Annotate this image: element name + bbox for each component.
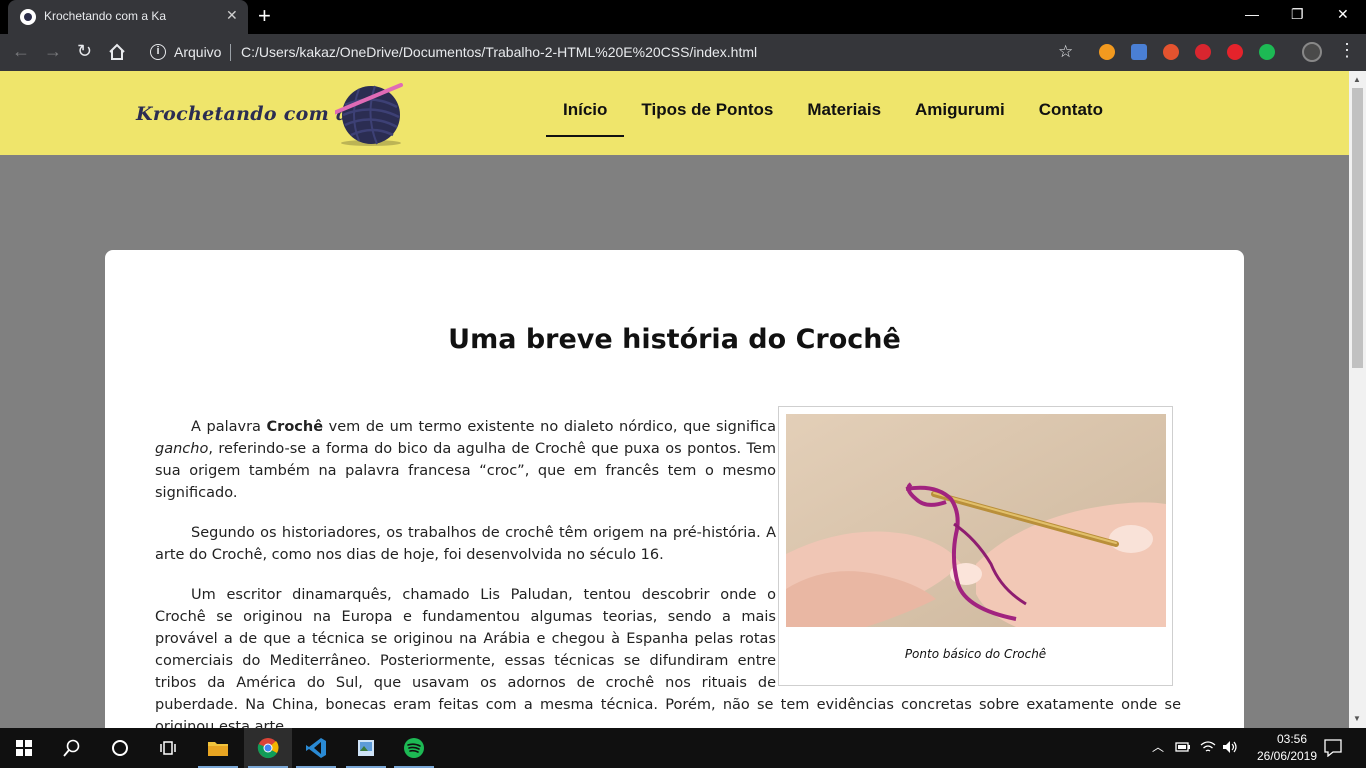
- wifi-icon[interactable]: [1200, 740, 1216, 754]
- task-view-icon[interactable]: [144, 728, 192, 768]
- extension-adblock-icon[interactable]: [1195, 44, 1211, 60]
- yarn-ball-icon: [335, 83, 403, 146]
- search-icon[interactable]: [48, 728, 96, 768]
- scrollbar-thumb[interactable]: [1352, 88, 1363, 368]
- profile-avatar[interactable]: [1302, 42, 1322, 62]
- action-center-icon[interactable]: [1324, 739, 1342, 757]
- nav-tipos-de-pontos[interactable]: Tipos de Pontos: [624, 71, 790, 137]
- omnibox-file-label: Arquivo: [174, 44, 222, 60]
- page-scrollbar[interactable]: ▲ ▼: [1349, 71, 1366, 728]
- site-favicon-icon: [20, 9, 36, 25]
- site-header: Krochetando com a Ka Início Tipos de Pon…: [0, 71, 1349, 155]
- browser-titlebar: Krochetando com a Ka ✕ + — ❐ ✕: [0, 0, 1366, 34]
- omnibox-separator: [230, 44, 231, 61]
- volume-icon[interactable]: [1222, 740, 1238, 754]
- extension-green-icon[interactable]: [1259, 44, 1275, 60]
- page-viewport: Krochetando com a Ka Início Tipos de Pon…: [0, 71, 1349, 728]
- extension-play-icon[interactable]: [1099, 44, 1115, 60]
- windows-start-icon[interactable]: [0, 728, 48, 768]
- figure-caption: Ponto básico do Crochê: [904, 647, 1047, 661]
- back-icon[interactable]: ←: [12, 41, 30, 61]
- scroll-down-icon[interactable]: ▼: [1353, 714, 1361, 723]
- browser-menu-icon[interactable]: ⋮: [1338, 41, 1356, 59]
- reload-icon[interactable]: ↻: [77, 41, 92, 61]
- battery-icon[interactable]: [1175, 741, 1191, 753]
- scroll-up-icon[interactable]: ▲: [1353, 75, 1361, 84]
- article-card: Uma breve história do Crochê A palavra C…: [105, 250, 1244, 728]
- tab-title: Krochetando com a Ka: [44, 9, 167, 23]
- image-viewer-icon[interactable]: [342, 728, 390, 768]
- clock-date[interactable]: 26/06/2019: [1247, 749, 1327, 763]
- term-croche: Crochê: [266, 419, 324, 435]
- close-window-button[interactable]: ✕: [1337, 6, 1349, 23]
- forward-icon[interactable]: →: [44, 41, 62, 61]
- nav-contato[interactable]: Contato: [1022, 71, 1120, 137]
- nav-inicio[interactable]: Início: [546, 71, 625, 137]
- close-tab-icon[interactable]: ✕: [226, 7, 238, 24]
- new-tab-button[interactable]: +: [258, 4, 271, 28]
- extension-fire-icon[interactable]: [1163, 44, 1179, 60]
- tray-chevron-icon[interactable]: ︿: [1152, 738, 1164, 755]
- site-info-icon[interactable]: i: [150, 44, 166, 60]
- vscode-icon[interactable]: [292, 728, 340, 768]
- chrome-icon[interactable]: [244, 728, 292, 768]
- spotify-icon[interactable]: [390, 728, 438, 768]
- browser-toolbar: ← → ↻ i Arquivo C:/Users/kakaz/OneDrive/…: [0, 34, 1366, 71]
- address-bar[interactable]: C:/Users/kakaz/OneDrive/Documentos/Traba…: [241, 44, 757, 60]
- browser-tab[interactable]: Krochetando com a Ka ✕: [8, 0, 248, 34]
- home-icon[interactable]: [108, 43, 126, 61]
- file-explorer-icon[interactable]: [194, 728, 242, 768]
- minimize-button[interactable]: —: [1245, 6, 1259, 22]
- term-gancho: gancho: [155, 441, 209, 457]
- article-figure: Ponto básico do Crochê: [778, 406, 1173, 686]
- bookmark-star-icon[interactable]: ☆: [1058, 42, 1073, 62]
- site-nav: Início Tipos de Pontos Materiais Amiguru…: [546, 71, 1120, 155]
- crochet-photo: [786, 414, 1166, 627]
- cortana-icon[interactable]: [96, 728, 144, 768]
- extension-youtube-icon[interactable]: [1227, 44, 1243, 60]
- restore-button[interactable]: ❐: [1291, 6, 1304, 23]
- page-title: Uma breve história do Crochê: [448, 324, 901, 355]
- nav-amigurumi[interactable]: Amigurumi: [898, 71, 1022, 137]
- extension-translate-icon[interactable]: [1131, 44, 1147, 60]
- nav-materiais[interactable]: Materiais: [790, 71, 898, 137]
- clock-time[interactable]: 03:56: [1262, 732, 1322, 746]
- windows-taskbar: ︿ 03:56 26/06/2019: [0, 728, 1366, 768]
